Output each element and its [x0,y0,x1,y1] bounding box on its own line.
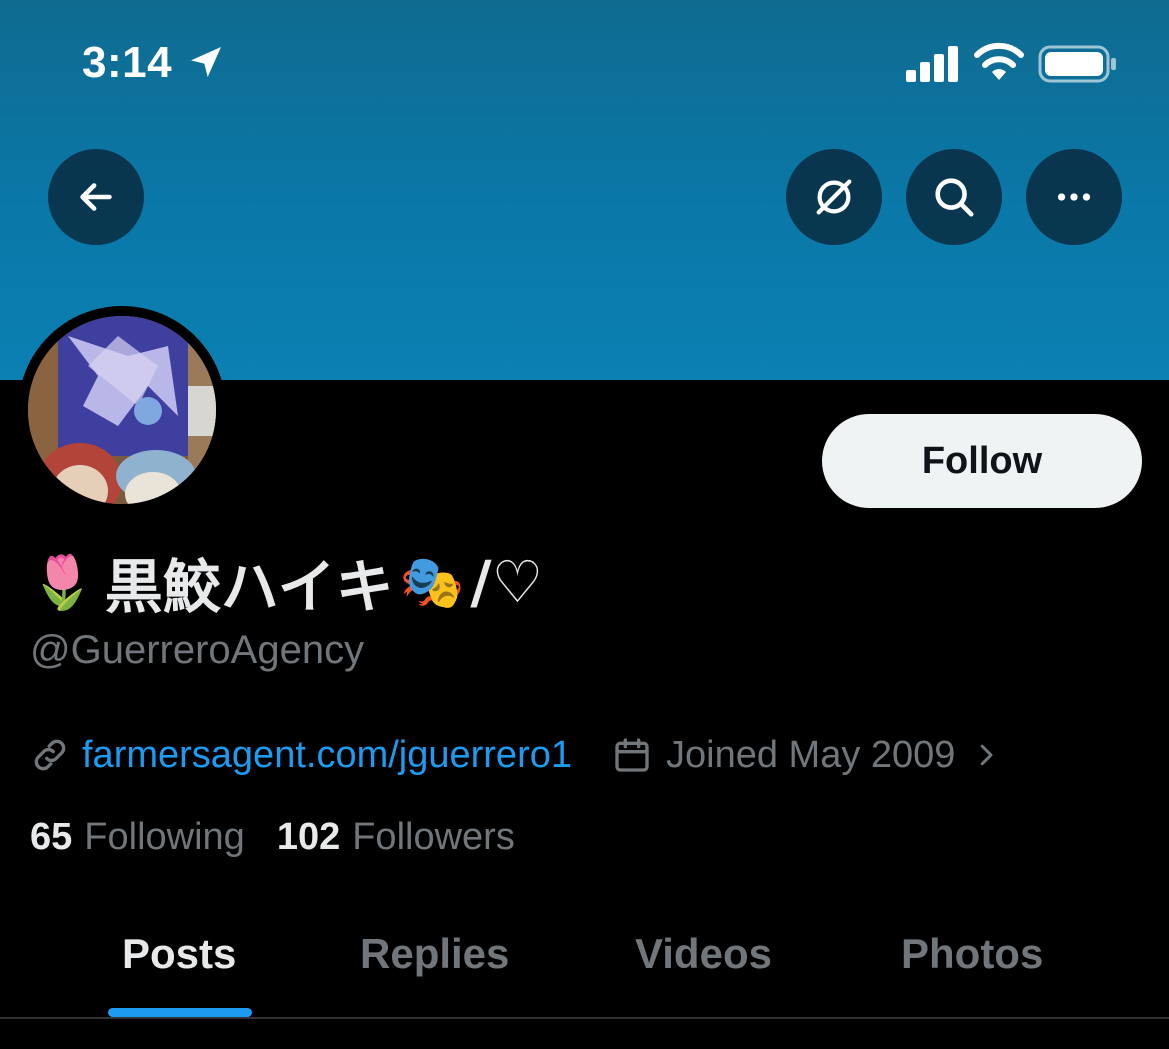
calendar-icon [615,738,649,772]
active-tab-indicator [108,1008,252,1017]
following-count: 65 [30,816,73,858]
followers-label: Followers [352,816,515,858]
display-name: 🌷 黒鮫ハイキ 🎭 /♡ [30,540,544,624]
tab-posts[interactable]: Posts [122,930,236,978]
location-arrow-icon [191,47,221,77]
display-name-suffix: /♡ [470,548,544,616]
avatar-image [28,316,216,504]
more-icon [1057,193,1091,201]
tab-videos[interactable]: Videos [635,930,772,978]
user-handle: @GuerreroAgency [30,628,365,672]
tabs-divider [0,1017,1169,1019]
followers-count: 102 [276,816,341,858]
followers-stat[interactable]: 102 Followers [277,816,515,859]
search-button[interactable] [906,149,1002,245]
follow-stats: 65 Following 102 Followers [30,816,515,859]
chevron-right-icon[interactable] [971,740,1001,770]
grok-button[interactable] [786,149,882,245]
wifi-icon [974,42,1024,80]
battery-icon [1038,45,1116,83]
search-icon [935,178,974,217]
performing-arts-emoji: 🎭 [399,552,465,613]
grok-icon [816,179,852,215]
back-arrow-icon [80,183,112,211]
profile-link[interactable]: farmersagent.com/jguerrero1 [82,734,572,777]
back-button[interactable] [48,149,144,245]
tab-photos[interactable]: Photos [901,930,1043,978]
tab-replies[interactable]: Replies [360,930,509,978]
profile-meta: farmersagent.com/jguerrero1 Joined May 2… [30,730,1001,780]
following-label: Following [84,816,245,858]
more-button[interactable] [1026,149,1122,245]
avatar[interactable] [28,316,216,504]
follow-button[interactable]: Follow [822,414,1142,508]
display-name-text: 黒鮫ハイキ [104,553,394,621]
tulip-emoji: 🌷 [30,552,95,613]
joined-date: Joined May 2009 [666,733,956,776]
status-bar: 3:14 [0,0,1169,130]
status-time: 3:14 [82,38,173,87]
signal-icon [906,46,958,82]
following-stat[interactable]: 65 Following [30,816,245,859]
link-icon [34,739,66,771]
profile-tabs: Posts Replies Videos Photos [0,900,1169,1018]
